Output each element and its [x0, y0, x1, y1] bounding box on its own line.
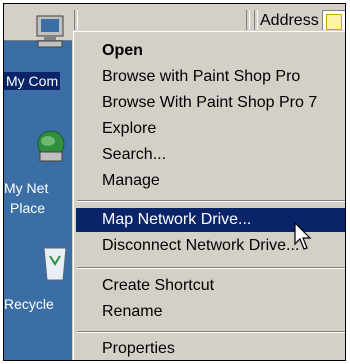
menu-item-properties[interactable]: Properties	[76, 337, 345, 360]
menu-item-rename[interactable]: Rename	[76, 300, 345, 324]
menu-item-manage[interactable]: Manage	[76, 169, 345, 193]
screenshot-frame: Address My Com My Net Place Recycle Open…	[3, 3, 346, 361]
menu-item-explore[interactable]: Explore	[76, 117, 345, 141]
desktop-icon-label: My Com	[4, 72, 61, 90]
recycle-bin-icon	[43, 247, 67, 281]
menu-item-browse-psp[interactable]: Browse with Paint Shop Pro	[76, 65, 345, 89]
menu-separator	[77, 331, 345, 333]
network-places-icon	[37, 130, 65, 162]
desktop-icon-label-line2: Place	[10, 200, 46, 216]
folder-icon	[326, 14, 342, 30]
desktop-icon-recycle-bin[interactable]: Recycle	[4, 238, 67, 318]
desktop-icon-label: My Net	[4, 180, 49, 196]
menu-separator	[77, 200, 345, 202]
context-menu: Open Browse with Paint Shop Pro Browse W…	[72, 30, 345, 360]
desktop-icon-label: Recycle	[4, 296, 54, 312]
menu-item-open[interactable]: Open	[76, 39, 345, 63]
menu-item-search[interactable]: Search...	[76, 143, 345, 167]
desktop-icon-my-computer[interactable]: My Com	[4, 8, 66, 90]
menu-item-create-shortcut[interactable]: Create Shortcut	[76, 274, 345, 298]
menu-separator	[77, 267, 345, 269]
menu-item-browse-psp7[interactable]: Browse With Paint Shop Pro 7	[76, 91, 345, 115]
my-computer-icon	[36, 15, 64, 48]
desktop-icon-network-places[interactable]: My Net Place	[4, 122, 66, 216]
mouse-cursor-icon	[294, 222, 312, 250]
address-label: Address	[260, 12, 319, 29]
